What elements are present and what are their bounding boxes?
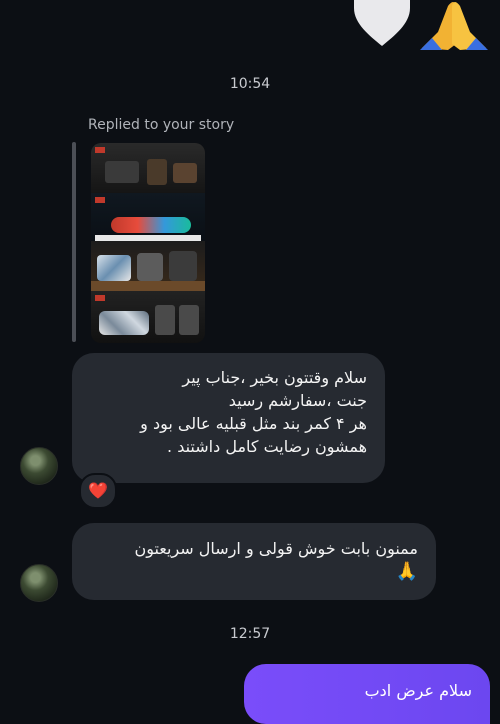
reply-indicator-bar	[72, 142, 76, 342]
sender-avatar[interactable]	[20, 447, 58, 485]
incoming-message-bubble[interactable]: ممنون بابت خوش قولی و ارسال سریعتون 🙏	[72, 523, 436, 600]
red-heart-icon: ❤️	[88, 481, 108, 500]
incoming-message-bubble[interactable]: سلام وقتتون بخیر ،جناب پیر جنت ،سفارشم ر…	[72, 353, 385, 483]
outgoing-message-bubble[interactable]: سلام عرض ادب	[244, 664, 490, 724]
sender-avatar[interactable]	[20, 564, 58, 602]
timestamp: 10:54	[229, 76, 271, 92]
message-line: همشون رضایت کامل داشتند .	[167, 437, 367, 456]
folded-hands-icon	[418, 0, 490, 52]
message-line: ممنون بابت خوش قولی و ارسال سریعتون	[134, 539, 418, 558]
timestamp: 12:57	[229, 626, 271, 642]
story-thumbnail[interactable]	[91, 143, 205, 343]
heart-reaction-badge[interactable]: ❤️	[79, 473, 117, 509]
message-line: سلام وقتتون بخیر ،جناب پیر	[182, 368, 367, 387]
message-line: جنت ،سفارشم رسید	[228, 391, 367, 410]
message-text: سلام عرض ادب	[364, 681, 472, 700]
replied-to-story-label: Replied to your story	[88, 117, 235, 133]
white-heart-icon	[348, 0, 416, 48]
message-line: هر ۴ کمر بند مثل قبلیه عالی بود و	[140, 414, 367, 433]
message-line: 🙏	[395, 561, 418, 582]
